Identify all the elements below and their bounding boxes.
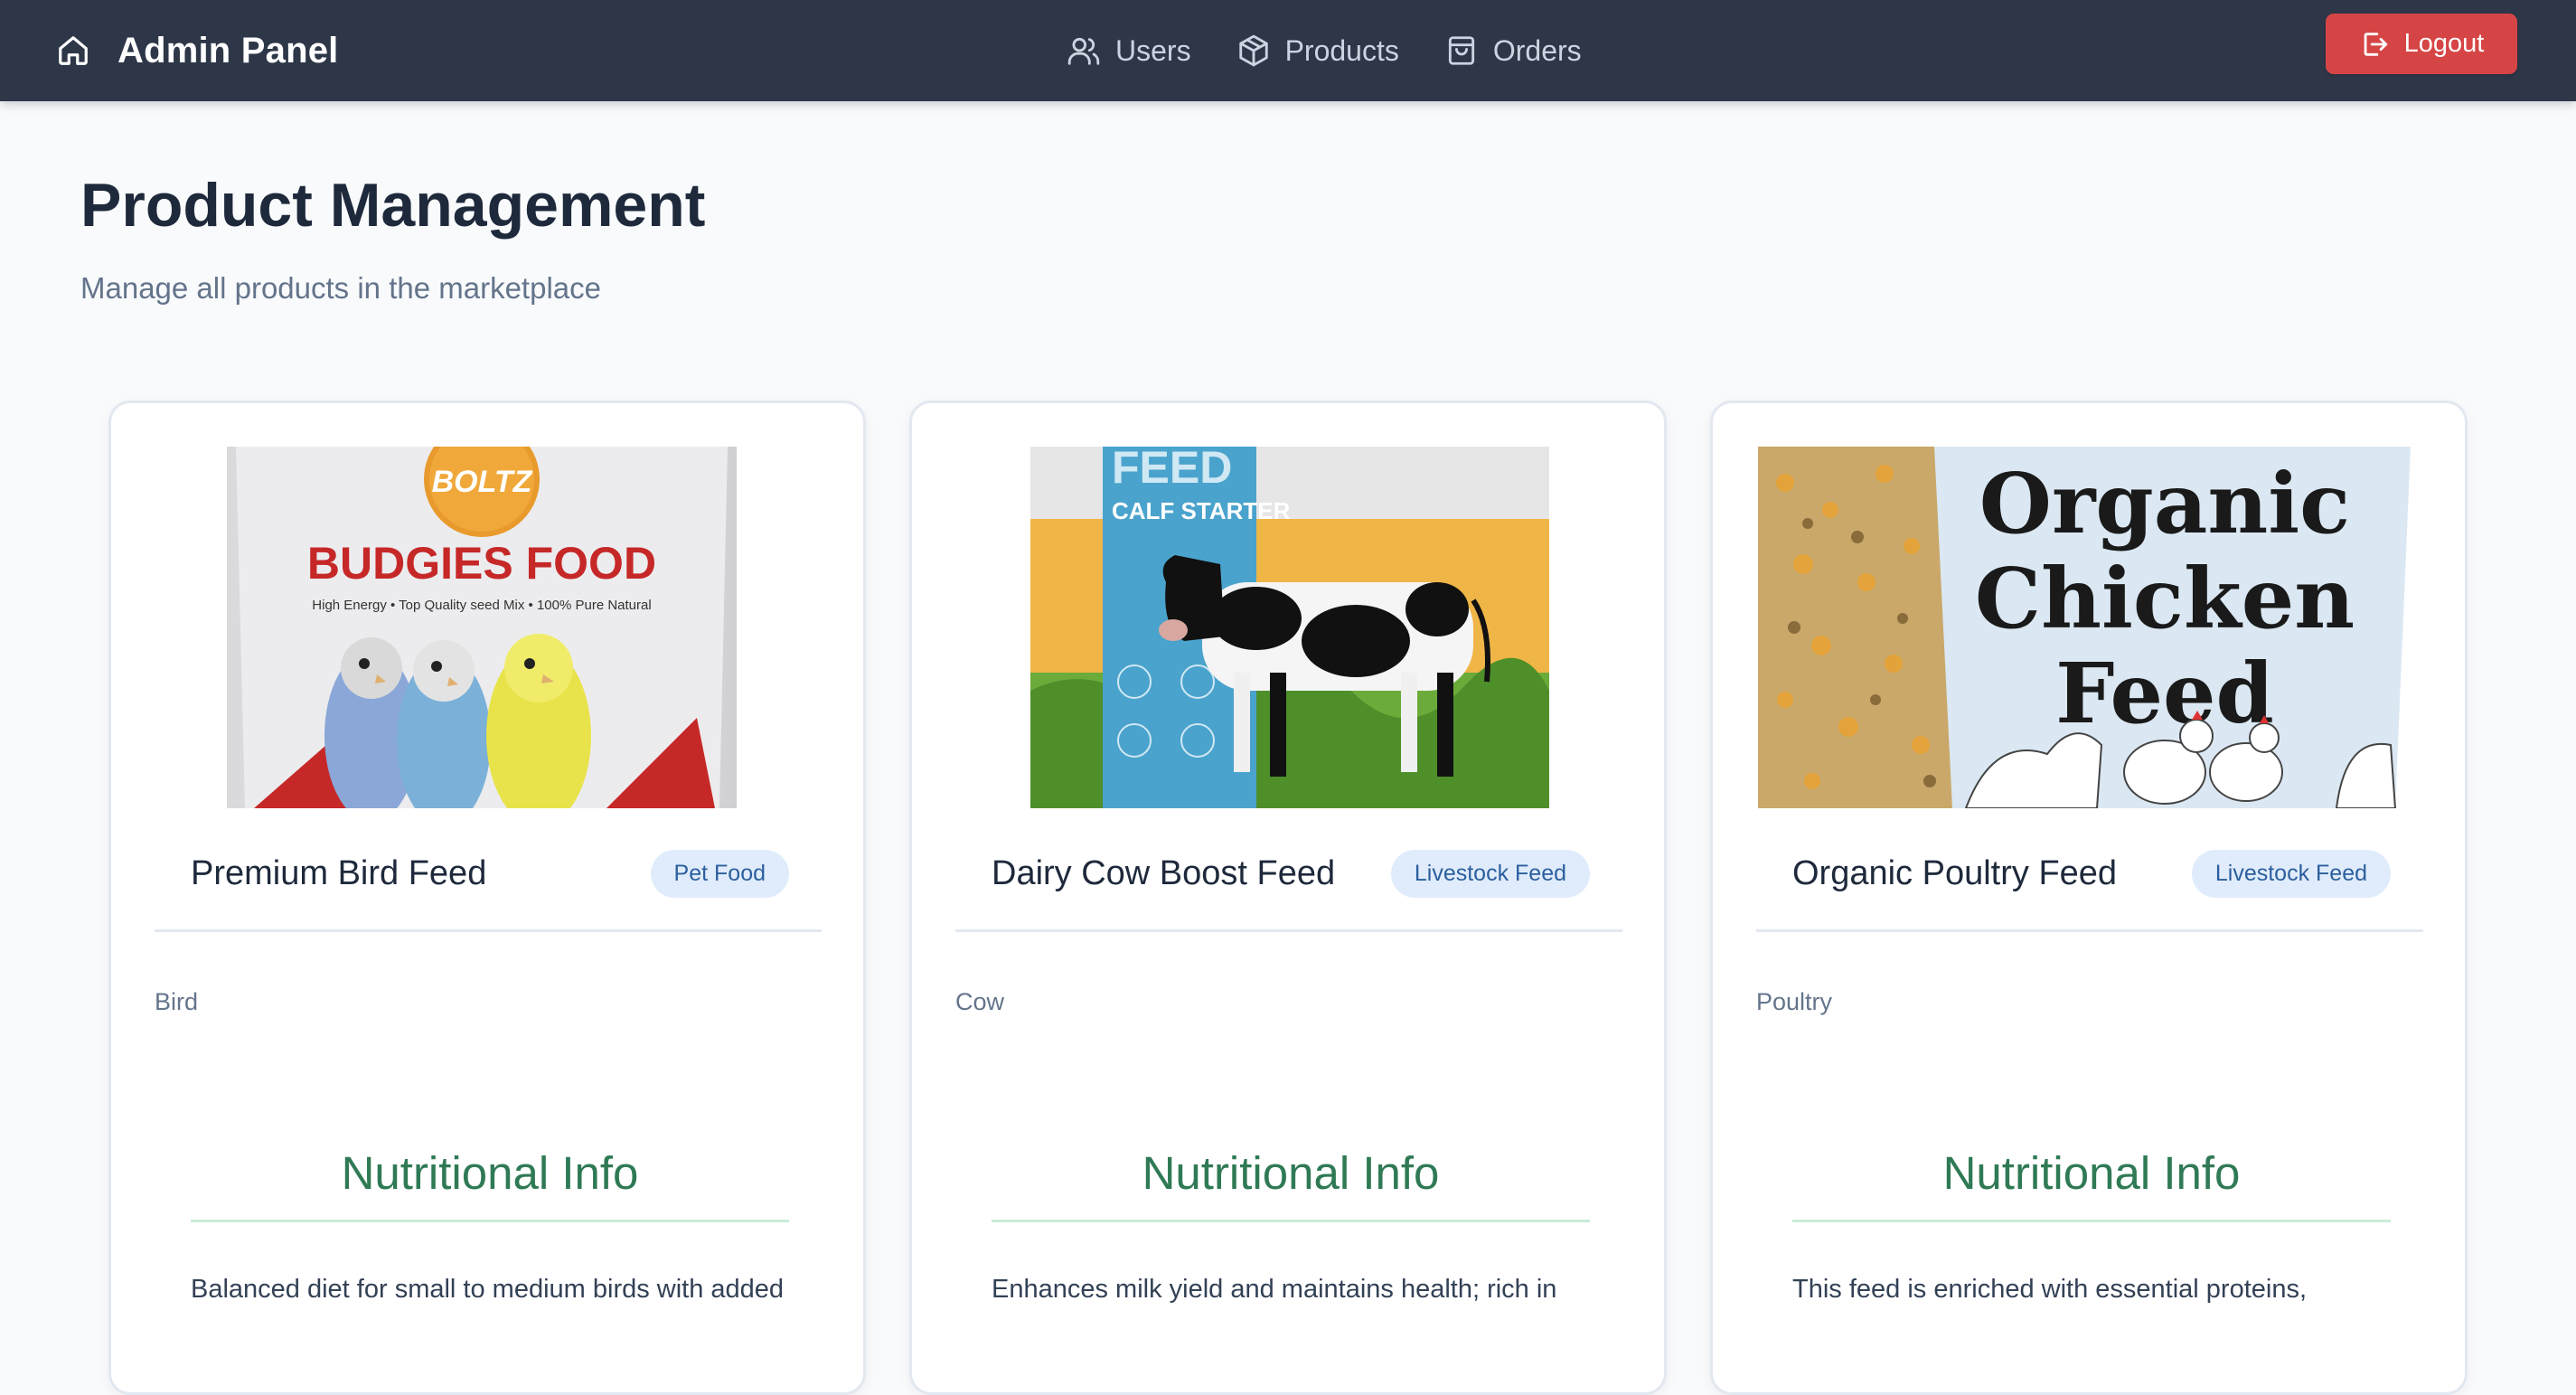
card-header: Organic Poultry Feed Livestock Feed [1792,846,2391,900]
nutrition-description: Balanced diet for small to medium birds … [191,1275,785,1304]
card-header: Premium Bird Feed Pet Food [191,846,789,900]
nutrition-description: This feed is enriched with essential pro… [1792,1275,2308,1304]
category-badge: Pet Food [650,849,789,898]
divider [955,929,1622,932]
product-card[interactable]: FEED CALF STARTER Dairy Cow Boost Feed L… [909,401,1667,1395]
page-title: Product Management [80,171,706,240]
animal-type: Bird [155,988,199,1015]
nutrition-underline [191,1220,789,1222]
image-brand-text: FEED [1112,447,1232,493]
image-product-text: BUDGIES FOOD [307,538,656,589]
nutrition-heading: Nutritional Info [341,1147,639,1199]
nav-link-products[interactable]: Products [1236,33,1399,68]
nav-link-orders[interactable]: Orders [1444,33,1582,68]
nav-link-users[interactable]: Users [1067,33,1191,68]
nav-link-label: Users [1115,33,1191,67]
product-image: Organic Chicken Feed [1758,447,2411,808]
product-card[interactable]: Organic Chicken Feed Organic Poultry Fee… [1710,401,2468,1395]
animal-type: Cow [955,988,1005,1015]
divider [155,929,822,932]
logout-label: Logout [2403,29,2485,58]
image-tagline-text: High Energy • Top Quality seed Mix • 100… [312,598,651,613]
image-line3-text: Feed [2055,645,2274,742]
category-badge: Livestock Feed [2191,849,2391,898]
home-icon [56,33,90,68]
divider [1756,929,2423,932]
logout-button[interactable]: Logout [2326,14,2517,74]
image-brand-text: BOLTZ [432,465,533,499]
nutrition-underline [1792,1220,2391,1222]
product-image: FEED CALF STARTER [1030,447,1549,808]
nav-link-label: Orders [1492,33,1582,67]
nutrition-heading: Nutritional Info [1142,1147,1440,1199]
product-name: Premium Bird Feed [191,853,487,892]
nutrition-underline [992,1220,1590,1222]
product-card[interactable]: BOLTZ BUDGIES FOOD High Energy • Top Qua… [108,401,866,1395]
box-icon [1236,33,1271,68]
users-icon [1067,33,1101,68]
category-badge: Livestock Feed [1390,849,1590,898]
shopping-bag-icon [1444,33,1479,68]
page-subtitle: Manage all products in the marketplace [80,271,601,305]
brand[interactable]: Admin Panel [56,0,338,101]
product-name: Dairy Cow Boost Feed [992,853,1336,892]
image-product-text: CALF STARTER [1112,497,1291,524]
image-line1-text: Organic [1979,455,2350,552]
nutrition-description: Enhances milk yield and maintains health… [992,1275,1557,1304]
animal-type: Poultry [1756,988,1833,1015]
card-header: Dairy Cow Boost Feed Livestock Feed [992,846,1590,900]
nav-links: Users Products Orders [1067,0,1582,101]
product-image: BOLTZ BUDGIES FOOD High Energy • Top Qua… [227,447,737,808]
product-name: Organic Poultry Feed [1792,853,2118,892]
top-navbar: Admin Panel Users Products Orders Logout [0,0,2576,101]
nutrition-heading: Nutritional Info [1942,1147,2241,1199]
nav-link-label: Products [1284,33,1399,67]
brand-title: Admin Panel [118,30,339,71]
image-line2-text: Chicken [1975,550,2355,647]
logout-icon [2359,29,2390,60]
